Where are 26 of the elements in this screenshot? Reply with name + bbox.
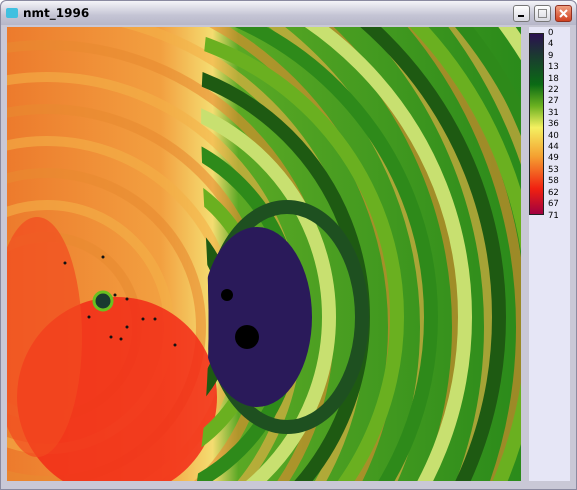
- legend-label: 58: [548, 176, 559, 188]
- legend-label: 71: [548, 210, 559, 222]
- legend-label: 36: [548, 119, 559, 131]
- legend-label: 44: [548, 142, 559, 154]
- legend-label: 0: [548, 28, 554, 40]
- legend-label: 27: [548, 96, 559, 108]
- legend-label: 18: [548, 74, 559, 86]
- close-button[interactable]: [555, 4, 572, 22]
- maximize-icon: [538, 8, 547, 18]
- close-icon: [559, 8, 568, 18]
- legend-label: 13: [548, 62, 559, 74]
- low-value-spots: [221, 289, 259, 349]
- legend-label: 9: [548, 50, 554, 62]
- ring-marker: [92, 290, 114, 312]
- legend-label: 31: [548, 108, 559, 120]
- window-icon: [5, 6, 19, 20]
- legend-label: 40: [548, 130, 559, 142]
- legend-label: 62: [548, 188, 559, 200]
- maximize-button[interactable]: [534, 4, 551, 22]
- legend-label: 53: [548, 164, 559, 176]
- legend-label: 4: [548, 39, 554, 51]
- legend-label: 22: [548, 85, 559, 96]
- legend-label: 49: [548, 153, 559, 165]
- minimize-button[interactable]: [513, 4, 530, 22]
- legend-label: 67: [548, 199, 559, 210]
- window-title: nmt_1996: [23, 6, 90, 20]
